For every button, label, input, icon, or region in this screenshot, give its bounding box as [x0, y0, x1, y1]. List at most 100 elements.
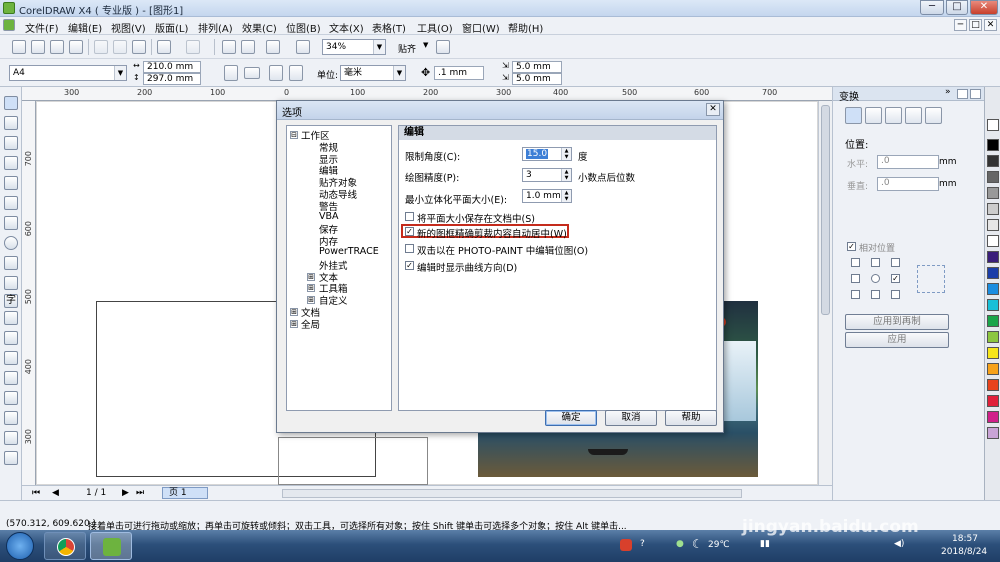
swatch[interactable] — [987, 171, 999, 183]
paper-size-combo[interactable]: A4 ▼ — [9, 65, 127, 81]
spin-arrows-icon[interactable]: ▲ ▼ — [561, 148, 571, 160]
precision-field[interactable]: 3 ▲ ▼ — [522, 168, 572, 182]
tree-item[interactable]: 自定义 — [319, 293, 348, 307]
menu-table[interactable]: 表格(T) — [372, 20, 406, 35]
swatch[interactable] — [987, 315, 999, 327]
application-launcher-icon[interactable] — [266, 40, 280, 54]
vertical-scrollbar[interactable] — [818, 101, 832, 485]
all-pages-icon[interactable] — [269, 65, 283, 81]
swatch[interactable] — [987, 203, 999, 215]
swatch[interactable] — [987, 299, 999, 311]
horizontal-scrollbar[interactable] — [282, 489, 742, 498]
last-page-icon[interactable]: ⏭ — [136, 488, 144, 498]
chrome-taskbar-button[interactable] — [44, 532, 86, 560]
redo-icon[interactable] — [186, 40, 200, 54]
swatch[interactable] — [987, 395, 999, 407]
close-button[interactable]: ✕ — [970, 0, 998, 15]
outline-tool-icon[interactable] — [4, 411, 18, 425]
menu-arrange[interactable]: 排列(A) — [198, 20, 233, 35]
smart-fill-tool-icon[interactable] — [4, 196, 18, 210]
connector-tool-icon[interactable] — [4, 351, 18, 365]
scale-icon[interactable] — [885, 107, 902, 124]
table-tool-icon[interactable] — [4, 311, 18, 325]
page-width-field[interactable]: 210.0 mm — [143, 61, 201, 73]
tree-item[interactable]: VBA — [319, 211, 339, 222]
swatch-none-icon[interactable] — [987, 119, 999, 131]
first-page-icon[interactable]: ⏮ — [32, 488, 40, 498]
zoom-tool-icon[interactable] — [4, 156, 18, 170]
unit-combo[interactable]: 毫米 ▼ — [340, 65, 406, 81]
interactive-fill-tool-icon[interactable] — [4, 451, 18, 465]
swatch[interactable] — [987, 267, 999, 279]
copy-icon[interactable] — [113, 40, 127, 54]
eyedropper-tool-icon[interactable] — [4, 391, 18, 405]
checkbox-save-plane[interactable] — [405, 212, 414, 221]
docker-close-icon[interactable] — [970, 89, 981, 99]
swatch[interactable] — [987, 363, 999, 375]
cut-icon[interactable] — [94, 40, 108, 54]
doc-restore-button[interactable]: □ — [969, 19, 982, 31]
duplicate-x-field[interactable]: 5.0 mm — [512, 61, 562, 73]
relative-position-checkbox[interactable]: ✓ — [847, 242, 856, 251]
size-icon[interactable] — [905, 107, 922, 124]
start-button[interactable] — [6, 532, 34, 560]
apply-to-duplicate-button[interactable]: 应用到再制 — [845, 314, 949, 330]
ellipse-tool-icon[interactable] — [4, 236, 18, 250]
menu-edit[interactable]: 编辑(E) — [68, 20, 102, 35]
menu-help[interactable]: 帮助(H) — [508, 20, 543, 35]
coreldraw-taskbar-button[interactable] — [90, 532, 132, 560]
tray-volume-icon[interactable]: ◀) — [894, 539, 904, 549]
cancel-button[interactable]: 取消 — [605, 410, 657, 426]
tray-status-icon[interactable]: ● — [676, 539, 684, 549]
polygon-tool-icon[interactable] — [4, 256, 18, 270]
expand-icon[interactable]: » — [945, 87, 951, 97]
swatch[interactable] — [987, 155, 999, 167]
menu-layout[interactable]: 版面(L) — [155, 20, 188, 35]
open-icon[interactable] — [31, 40, 45, 54]
tree-item[interactable]: 全局 — [301, 317, 320, 331]
paste-icon[interactable] — [132, 40, 146, 54]
tray-signal-icon[interactable]: ▮▮ — [760, 539, 770, 549]
checkbox-powerclip-center[interactable]: ✓ — [405, 227, 414, 236]
tray-app-icon[interactable] — [620, 539, 632, 551]
welcome-screen-icon[interactable] — [296, 40, 310, 54]
crop-tool-icon[interactable] — [4, 136, 18, 150]
next-page-icon[interactable]: ▶ — [122, 488, 129, 498]
help-button[interactable]: 帮助 — [665, 410, 717, 426]
dimension-tool-icon[interactable] — [4, 331, 18, 345]
current-page-icon[interactable] — [289, 65, 303, 81]
anchor-grid[interactable]: ✓ — [851, 258, 906, 302]
prev-page-icon[interactable]: ◀ — [52, 488, 59, 498]
scroll-thumb[interactable] — [821, 105, 830, 315]
spin-arrows-icon[interactable]: ▲ ▼ — [561, 190, 571, 202]
menu-file[interactable]: 文件(F) — [25, 20, 59, 35]
swatch[interactable] — [987, 379, 999, 391]
page-tab[interactable]: 页 1 — [162, 487, 208, 499]
fill-tool-icon[interactable] — [4, 431, 18, 445]
tree-expander-icon[interactable]: ⊞ — [307, 284, 315, 293]
tree-item[interactable]: PowerTRACE — [319, 246, 379, 257]
swatch[interactable] — [987, 347, 999, 359]
swatch[interactable] — [987, 427, 999, 439]
menu-tools[interactable]: 工具(O) — [417, 20, 453, 35]
basic-shapes-tool-icon[interactable] — [4, 276, 18, 290]
vertical-ruler[interactable]: 700 600 500 400 300 — [22, 101, 36, 485]
menu-text[interactable]: 文本(X) — [329, 20, 364, 35]
snap-label[interactable]: 贴齐 — [398, 42, 416, 55]
spin-arrows-icon[interactable]: ▲ ▼ — [561, 169, 571, 181]
horizontal-field[interactable]: .0 — [877, 155, 939, 169]
swatch[interactable] — [987, 283, 999, 295]
freehand-tool-icon[interactable] — [4, 176, 18, 190]
swatch[interactable] — [987, 251, 999, 263]
new-icon[interactable] — [12, 40, 26, 54]
vertical-field[interactable]: .0 — [877, 177, 939, 191]
ok-button[interactable]: 确定 — [545, 410, 597, 426]
tree-expander-icon[interactable]: ⊞ — [290, 319, 298, 328]
page-height-field[interactable]: 297.0 mm — [143, 73, 201, 85]
menu-bitmaps[interactable]: 位图(B) — [286, 20, 321, 35]
extrude-size-field[interactable]: 1.0 mm ▲ ▼ — [522, 189, 572, 203]
import-icon[interactable] — [222, 40, 236, 54]
swatch[interactable] — [987, 139, 999, 151]
options-icon[interactable] — [436, 40, 450, 54]
portrait-icon[interactable] — [224, 65, 238, 81]
